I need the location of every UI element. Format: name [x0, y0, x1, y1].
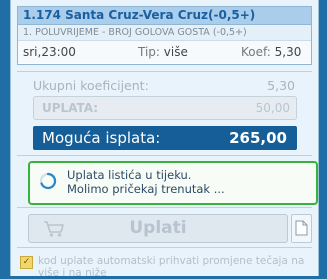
- total-odds-row: Ukupni koeficijent: 5,30: [33, 78, 295, 93]
- submit-bet-label: Uplati: [129, 218, 187, 238]
- stake-input[interactable]: UPLATA: 50,00: [33, 96, 297, 120]
- selection-title: 1.174 Santa Cruz-Vera Cruz(-0,5+): [18, 7, 311, 25]
- divider: [17, 247, 312, 248]
- divider: [17, 207, 312, 208]
- koef-label: Koef:: [241, 45, 271, 59]
- tip-label: Tip:: [138, 45, 160, 59]
- loading-spinner-icon: [39, 172, 57, 190]
- status-line-1: Uplata listića u tijeku.: [67, 168, 192, 182]
- bet-slip-panel: 1.174 Santa Cruz-Vera Cruz(-0,5+) 1. POL…: [10, 0, 319, 279]
- event-time: sri,23:00: [23, 45, 76, 59]
- status-line-2: Molimo pričekaj trenutak ...: [67, 182, 225, 196]
- divider: [17, 155, 312, 156]
- payout-label: Moguća isplata:: [42, 129, 161, 147]
- koef-info: Koef: 5,30: [241, 41, 301, 63]
- document-icon: [295, 220, 308, 236]
- stake-label: UPLATA:: [42, 101, 99, 115]
- document-button[interactable]: [291, 214, 312, 243]
- auto-accept-label: kod uplate automatski prihvati promjene …: [38, 255, 305, 279]
- total-odds-value: 5,30: [267, 78, 295, 93]
- cart-icon: [44, 221, 64, 237]
- auto-accept-option[interactable]: ✓ kod uplate automatski prihvati promjen…: [17, 252, 316, 279]
- koef-value: 5,30: [274, 45, 302, 59]
- tip-value: više: [163, 45, 188, 59]
- submit-bet-button[interactable]: Uplati: [28, 214, 288, 243]
- bet-selection[interactable]: 1.174 Santa Cruz-Vera Cruz(-0,5+) 1. POL…: [17, 6, 312, 65]
- selection-market: 1. POLUVRIJEME - BROJ GOLOVA GOSTA (-0,5…: [18, 25, 311, 41]
- possible-payout: Moguća isplata: 265,00: [33, 126, 297, 150]
- stake-value: 50,00: [255, 101, 290, 115]
- total-odds-label: Ukupni koeficijent:: [33, 78, 149, 93]
- status-message: Uplata listića u tijeku. Molimo pričekaj…: [28, 161, 318, 205]
- payout-value: 265,00: [229, 129, 287, 147]
- selection-details: sri,23:00 Tip: više Koef: 5,30: [18, 41, 311, 63]
- tip-info: Tip: više: [138, 41, 188, 63]
- auto-accept-checkbox[interactable]: ✓: [20, 256, 33, 269]
- divider: [17, 71, 312, 72]
